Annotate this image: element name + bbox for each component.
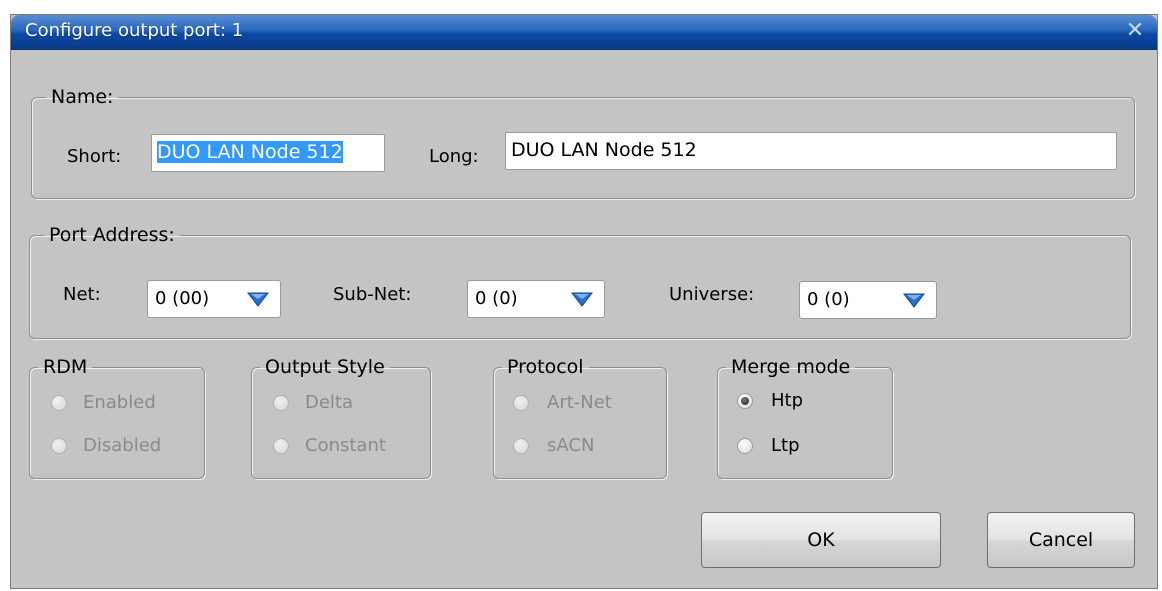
merge-mode-ltp-label: Ltp xyxy=(771,435,800,456)
port-address-legend: Port Address: xyxy=(49,224,175,246)
merge-mode-legend: Merge mode xyxy=(731,356,851,378)
subnet-select[interactable]: 0 (0) xyxy=(467,280,605,318)
dropdown-arrow-icon[interactable] xyxy=(902,291,926,309)
title-bar[interactable]: Configure output port: 1 ✕ xyxy=(11,15,1157,50)
cancel-button[interactable]: Cancel xyxy=(987,512,1135,568)
output-style-constant-radio[interactable] xyxy=(273,438,289,454)
protocol-legend: Protocol xyxy=(507,356,584,378)
net-select[interactable]: 0 (00) xyxy=(147,280,281,318)
net-label: Net: xyxy=(63,284,101,305)
universe-value: 0 (0) xyxy=(807,289,850,310)
long-name-value: DUO LAN Node 512 xyxy=(511,139,697,161)
protocol-sacn-radio[interactable] xyxy=(513,438,529,454)
protocol-sacn-label: sACN xyxy=(547,435,595,456)
protocol-artnet-label: Art-Net xyxy=(547,392,612,413)
short-name-label: Short: xyxy=(67,146,122,167)
rdm-disabled-label: Disabled xyxy=(83,435,162,456)
close-icon[interactable]: ✕ xyxy=(1123,18,1147,44)
universe-select[interactable]: 0 (0) xyxy=(799,281,937,319)
protocol-group: Protocol xyxy=(493,357,667,479)
output-style-constant-label: Constant xyxy=(305,435,386,456)
subnet-label: Sub-Net: xyxy=(333,284,412,305)
rdm-legend: RDM xyxy=(43,356,88,378)
rdm-group: RDM xyxy=(29,357,205,479)
dropdown-arrow-icon[interactable] xyxy=(570,290,594,308)
window-title: Configure output port: 1 xyxy=(25,20,244,41)
output-style-delta-label: Delta xyxy=(305,392,354,413)
subnet-value: 0 (0) xyxy=(475,288,518,309)
short-name-value: DUO LAN Node 512 xyxy=(157,141,343,163)
merge-mode-ltp-radio[interactable] xyxy=(737,438,753,454)
universe-label: Universe: xyxy=(669,284,755,305)
long-name-input[interactable]: DUO LAN Node 512 xyxy=(505,132,1117,170)
rdm-disabled-radio[interactable] xyxy=(51,438,67,454)
output-style-legend: Output Style xyxy=(265,356,385,378)
merge-mode-htp-label: Htp xyxy=(771,390,804,411)
dropdown-arrow-icon[interactable] xyxy=(246,290,270,308)
output-style-group: Output Style xyxy=(251,357,431,479)
name-group-legend: Name: xyxy=(51,86,114,108)
protocol-artnet-radio[interactable] xyxy=(513,395,529,411)
output-style-delta-radio[interactable] xyxy=(273,395,289,411)
merge-mode-htp-radio[interactable] xyxy=(737,393,753,409)
short-name-input[interactable]: DUO LAN Node 512 xyxy=(151,134,385,172)
dialog-window: Configure output port: 1 ✕ Name: Short: … xyxy=(10,14,1158,589)
rdm-enabled-label: Enabled xyxy=(83,392,156,413)
net-value: 0 (00) xyxy=(155,288,210,309)
long-name-label: Long: xyxy=(429,146,479,167)
merge-mode-group: Merge mode xyxy=(717,357,893,479)
ok-button[interactable]: OK xyxy=(701,512,941,568)
rdm-enabled-radio[interactable] xyxy=(51,395,67,411)
